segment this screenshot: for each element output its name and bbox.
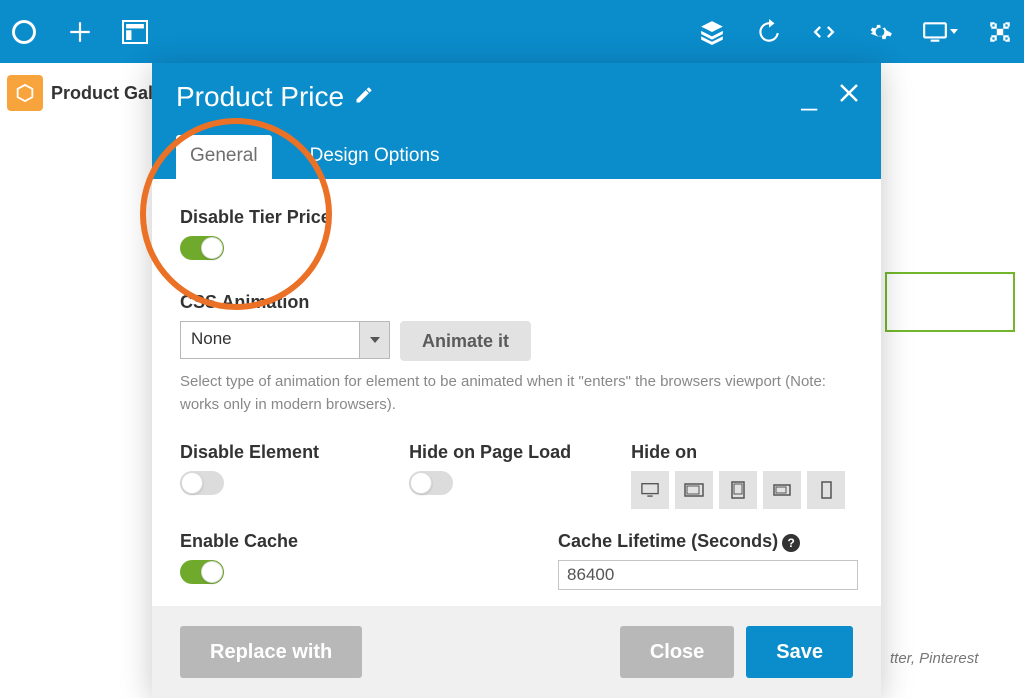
- hide-desktop-icon[interactable]: [631, 471, 669, 509]
- save-button[interactable]: Save: [746, 626, 853, 678]
- topbar-left: [10, 18, 148, 46]
- disable-tier-label: Disable Tier Price: [180, 207, 853, 228]
- modal-header: Product Price _ General Design Options: [152, 63, 881, 179]
- modal-footer: Replace with Close Save: [152, 606, 881, 698]
- topbar: [0, 0, 1024, 63]
- css-animation-label: CSS Animation: [180, 292, 853, 313]
- layout-icon[interactable]: [122, 20, 148, 44]
- settings-modal: Product Price _ General Design Options D…: [152, 63, 881, 698]
- disable-element-toggle[interactable]: [180, 471, 224, 495]
- tab-general[interactable]: General: [176, 135, 272, 179]
- css-animation-value: None: [181, 322, 359, 358]
- chevron-down-icon: [950, 29, 958, 34]
- enable-cache-toggle[interactable]: [180, 560, 224, 584]
- add-icon[interactable]: [66, 18, 94, 46]
- bg-widget-row: Product Gall: [7, 75, 158, 111]
- modal-title: Product Price: [176, 81, 344, 113]
- enable-cache-label: Enable Cache: [180, 531, 298, 552]
- css-animation-help: Select type of animation for element to …: [180, 371, 840, 416]
- animate-it-button[interactable]: Animate it: [400, 321, 531, 361]
- cache-lifetime-input[interactable]: [558, 560, 858, 590]
- history-icon[interactable]: [754, 18, 782, 46]
- chevron-down-icon: [359, 322, 389, 358]
- hide-tablet-landscape-icon[interactable]: [675, 471, 713, 509]
- close-button[interactable]: Close: [620, 626, 734, 678]
- hide-tablet-portrait-icon[interactable]: [719, 471, 757, 509]
- disable-tier-toggle[interactable]: [180, 236, 224, 260]
- hide-on-label: Hide on: [631, 442, 845, 463]
- topbar-right: [698, 18, 1014, 46]
- modal-body: Disable Tier Price CSS Animation None An…: [152, 179, 881, 606]
- bg-status-box: [885, 272, 1015, 332]
- disable-element-label: Disable Element: [180, 442, 319, 463]
- hide-mobile-portrait-icon[interactable]: [807, 471, 845, 509]
- hide-pageload-toggle[interactable]: [409, 471, 453, 495]
- device-preview-icon[interactable]: [922, 18, 958, 46]
- bg-footer-text: tter, Pinterest: [890, 650, 978, 667]
- gear-icon[interactable]: [866, 18, 894, 46]
- bg-widget-label: Product Gall: [51, 83, 158, 104]
- cache-lifetime-label: Cache Lifetime (Seconds)?: [558, 531, 858, 552]
- code-icon[interactable]: [810, 18, 838, 46]
- close-icon[interactable]: [837, 81, 861, 110]
- edit-title-icon[interactable]: [354, 85, 374, 110]
- hide-pageload-label: Hide on Page Load: [409, 442, 571, 463]
- modal-tabs: General Design Options: [176, 135, 857, 179]
- collapse-icon[interactable]: [986, 18, 1014, 46]
- css-animation-select[interactable]: None: [180, 321, 390, 359]
- help-icon[interactable]: ?: [782, 534, 800, 552]
- layers-icon[interactable]: [698, 18, 726, 46]
- replace-with-button[interactable]: Replace with: [180, 626, 362, 678]
- logo-ring-icon[interactable]: [10, 18, 38, 46]
- cube-icon[interactable]: [7, 75, 43, 111]
- hide-mobile-landscape-icon[interactable]: [763, 471, 801, 509]
- minimize-icon[interactable]: _: [801, 91, 817, 101]
- tab-design-options[interactable]: Design Options: [296, 135, 454, 179]
